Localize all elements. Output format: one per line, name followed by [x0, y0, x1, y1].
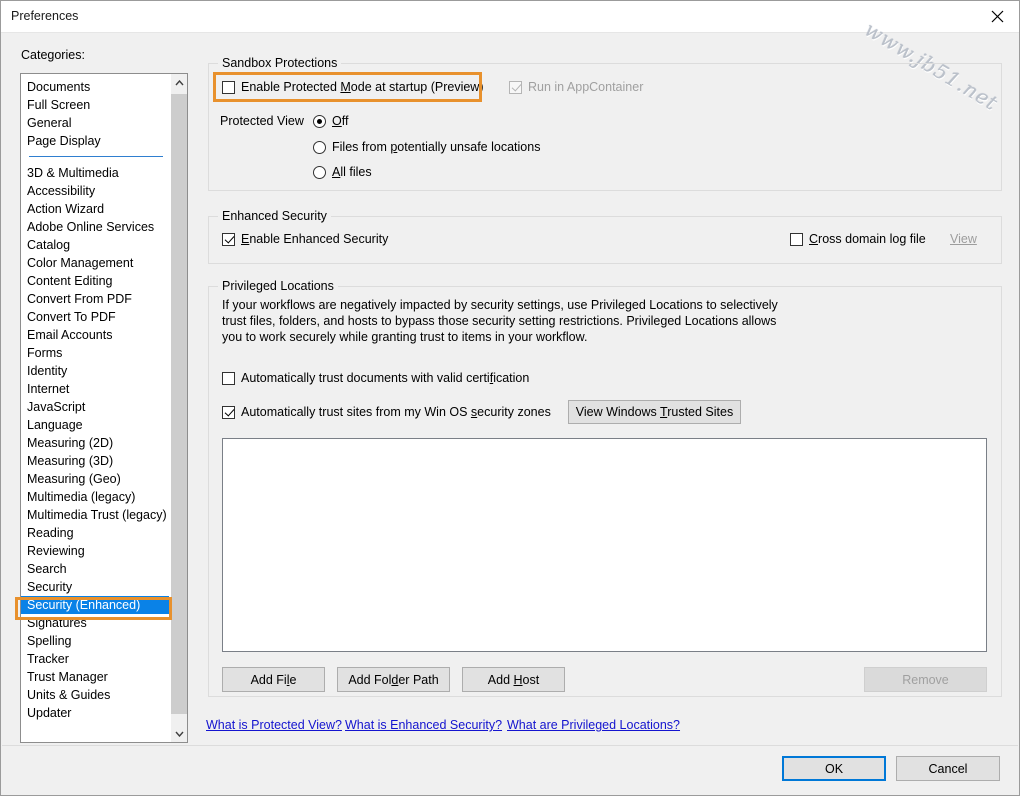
categories-scrollbar[interactable]	[170, 74, 187, 742]
protected-view-radio-all-files[interactable]: All files	[313, 165, 372, 179]
sidebar-item-full-screen[interactable]: Full Screen	[21, 96, 171, 114]
view-windows-trusted-sites-button[interactable]: View Windows Trusted Sites	[568, 400, 741, 424]
checkbox-box	[790, 232, 803, 246]
auto-trust-sites-label: Automatically trust sites from my Win OS…	[241, 405, 551, 419]
sidebar-item-search[interactable]: Search	[21, 560, 171, 578]
sidebar-item-reading[interactable]: Reading	[21, 524, 171, 542]
enable-enhanced-security-label: Enable Enhanced Security	[241, 232, 389, 246]
sidebar-item-color-management[interactable]: Color Management	[21, 254, 171, 272]
button-label: Cancel	[928, 761, 968, 776]
run-in-appcontainer-label: Run in AppContainer	[528, 80, 644, 94]
radio-label: Off	[332, 114, 349, 128]
auto-trust-sites-checkbox[interactable]: Automatically trust sites from my Win OS…	[222, 405, 551, 419]
sidebar-item-accessibility[interactable]: Accessibility	[21, 182, 171, 200]
sidebar-item-page-display[interactable]: Page Display	[21, 132, 171, 150]
auto-trust-documents-checkbox[interactable]: Automatically trust documents with valid…	[222, 371, 529, 385]
button-label: OK	[824, 761, 844, 776]
view-log-link[interactable]: View	[950, 232, 977, 246]
chevron-down-icon[interactable]	[171, 725, 187, 742]
sidebar-item-signatures[interactable]: Signatures	[21, 614, 171, 632]
ok-button[interactable]: OK	[782, 756, 886, 781]
sidebar-item-adobe-online-services[interactable]: Adobe Online Services	[21, 218, 171, 236]
what-are-privileged-locations-link[interactable]: What are Privileged Locations?	[507, 718, 680, 732]
radio-label: Files from potentially unsafe locations	[332, 140, 541, 154]
sidebar-item-spelling[interactable]: Spelling	[21, 632, 171, 650]
sidebar-item-general[interactable]: General	[21, 114, 171, 132]
checkbox-box	[509, 80, 522, 94]
sandbox-protections-title: Sandbox Protections	[218, 56, 342, 70]
sidebar-item-documents[interactable]: Documents	[21, 78, 171, 96]
sidebar-item-catalog[interactable]: Catalog	[21, 236, 171, 254]
title-bar: Preferences	[1, 1, 1019, 33]
sidebar-item-measuring-2d[interactable]: Measuring (2D)	[21, 434, 171, 452]
what-is-protected-view-link[interactable]: What is Protected View?	[206, 718, 342, 732]
add-folder-path-button[interactable]: Add Folder Path	[337, 667, 450, 692]
privileged-locations-title: Privileged Locations	[218, 279, 338, 293]
sidebar-item-updater[interactable]: Updater	[21, 704, 171, 722]
categories-label: Categories:	[21, 48, 85, 62]
protected-view-radio-off[interactable]: Off	[313, 114, 348, 128]
run-in-appcontainer-checkbox: Run in AppContainer	[509, 80, 643, 94]
footer-separator	[2, 745, 1018, 746]
checkbox-box	[222, 405, 235, 419]
close-icon[interactable]	[975, 1, 1019, 31]
radio-label: All files	[332, 165, 372, 179]
button-label: Remove	[902, 672, 949, 687]
checkbox-box	[222, 232, 235, 246]
categories-list: Documents Full Screen General Page Display 3…	[21, 74, 171, 722]
enhanced-security-title: Enhanced Security	[218, 209, 331, 223]
button-label: View Windows Trusted Sites	[575, 405, 734, 419]
protected-view-label: Protected View	[220, 114, 304, 128]
privileged-locations-listbox[interactable]	[222, 438, 987, 652]
sidebar-item-language[interactable]: Language	[21, 416, 171, 434]
sidebar-item-units-guides[interactable]: Units & Guides	[21, 686, 171, 704]
sidebar-item-action-wizard[interactable]: Action Wizard	[21, 200, 171, 218]
sidebar-item-security[interactable]: Security	[21, 578, 171, 596]
sidebar-item-multimedia-trust-legacy[interactable]: Multimedia Trust (legacy)	[21, 506, 171, 524]
sidebar-item-3d-multimedia[interactable]: 3D & Multimedia	[21, 164, 171, 182]
enable-protected-mode-checkbox[interactable]: Enable Protected Mode at startup (Previe…	[222, 80, 484, 94]
sidebar-item-forms[interactable]: Forms	[21, 344, 171, 362]
scrollbar-thumb[interactable]	[171, 94, 187, 714]
radio-box	[313, 140, 326, 154]
remove-button: Remove	[864, 667, 987, 692]
sidebar-item-convert-from-pdf[interactable]: Convert From PDF	[21, 290, 171, 308]
sidebar-item-javascript[interactable]: JavaScript	[21, 398, 171, 416]
button-label: Add Host	[487, 672, 540, 687]
add-host-button[interactable]: Add Host	[462, 667, 565, 692]
checkbox-box	[222, 80, 235, 94]
enable-enhanced-security-checkbox[interactable]: Enable Enhanced Security	[222, 232, 388, 246]
cross-domain-log-file-label: Cross domain log file	[809, 232, 926, 246]
auto-trust-documents-label: Automatically trust documents with valid…	[241, 371, 530, 385]
sidebar-item-internet[interactable]: Internet	[21, 380, 171, 398]
button-label: Add Folder Path	[348, 672, 439, 687]
sidebar-item-measuring-3d[interactable]: Measuring (3D)	[21, 452, 171, 470]
sidebar-item-measuring-geo[interactable]: Measuring (Geo)	[21, 470, 171, 488]
categories-listbox[interactable]: Documents Full Screen General Page Display 3…	[20, 73, 188, 743]
protected-view-radio-unsafe-locations[interactable]: Files from potentially unsafe locations	[313, 140, 540, 154]
enable-protected-mode-label: Enable Protected Mode at startup (Previe…	[241, 80, 484, 94]
button-label: Add File	[250, 672, 297, 687]
sidebar-item-tracker[interactable]: Tracker	[21, 650, 171, 668]
sidebar-item-trust-manager[interactable]: Trust Manager	[21, 668, 171, 686]
sidebar-item-convert-to-pdf[interactable]: Convert To PDF	[21, 308, 171, 326]
radio-box	[313, 114, 326, 128]
sidebar-item-multimedia-legacy[interactable]: Multimedia (legacy)	[21, 488, 171, 506]
what-is-enhanced-security-link[interactable]: What is Enhanced Security?	[345, 718, 502, 732]
cancel-button[interactable]: Cancel	[896, 756, 1000, 781]
page-title: Preferences	[11, 9, 79, 23]
radio-box	[313, 165, 326, 179]
sidebar-item-email-accounts[interactable]: Email Accounts	[21, 326, 171, 344]
categories-separator	[29, 156, 163, 157]
sidebar-item-identity[interactable]: Identity	[21, 362, 171, 380]
sidebar-item-security-enhanced[interactable]: Security (Enhanced)	[21, 596, 169, 614]
chevron-up-icon[interactable]	[171, 74, 187, 91]
privileged-locations-description: If your workflows are negatively impacte…	[222, 298, 778, 344]
sidebar-item-reviewing[interactable]: Reviewing	[21, 542, 171, 560]
sidebar-item-content-editing[interactable]: Content Editing	[21, 272, 171, 290]
cross-domain-log-file-checkbox[interactable]: Cross domain log file	[790, 232, 926, 246]
checkbox-box	[222, 371, 235, 385]
add-file-button[interactable]: Add File	[222, 667, 325, 692]
preferences-dialog: Preferences www.jb51.net Categories: Doc…	[0, 0, 1020, 796]
